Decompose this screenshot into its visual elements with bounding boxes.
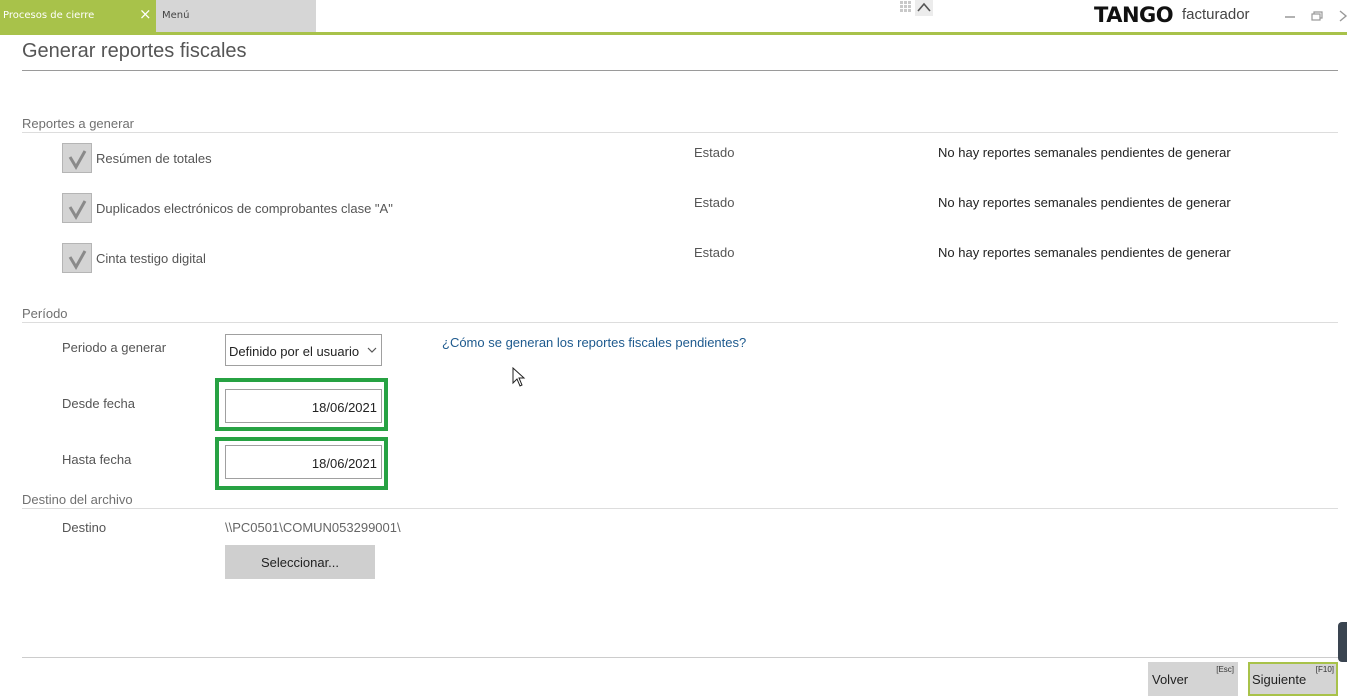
to-date-value: 18/06/2021 [311,456,377,471]
title-divider [22,70,1338,71]
status-label: Estado [694,195,735,210]
section-reports: Reportes a generar [22,116,135,131]
back-button[interactable]: Volver [Esc] [1148,662,1238,696]
chevron-down-icon [367,347,377,353]
destination-path: \\PC0501\COMUN053299001\ [225,520,401,535]
report-label: Resúmen de totales [96,151,212,166]
accent-line [0,32,1347,35]
tango-logo: TANGO [1094,3,1174,27]
product-name: facturador [1182,6,1250,23]
report-checkbox-cinta[interactable] [62,243,92,273]
minimize-icon[interactable] [1283,8,1297,22]
close-window-icon[interactable] [1336,8,1347,22]
close-tab-icon[interactable]: × [139,6,152,22]
next-button-label: Siguiente [1252,672,1307,687]
section-destination: Destino del archivo [22,492,133,507]
tab-label: Menú [162,10,190,21]
check-icon [68,200,87,220]
period-select[interactable]: Definido por el usuario [225,334,382,366]
status-value: No hay reportes semanales pendientes de … [938,195,1231,210]
top-bar: Procesos de cierre × Menú TANGO facturad… [0,0,1347,32]
section-divider [22,322,1338,323]
next-shortcut: [F10] [1315,665,1334,674]
report-checkbox-duplicados[interactable] [62,193,92,223]
footer-divider [22,657,1338,658]
grid-icon[interactable] [899,0,915,16]
from-date-label: Desde fecha [62,396,135,411]
section-divider [22,132,1338,133]
report-label: Cinta testigo digital [96,251,206,266]
period-label: Periodo a generar [62,340,167,355]
side-widget[interactable] [1338,622,1347,662]
section-divider [22,508,1338,509]
tab-procesos-de-cierre[interactable]: Procesos de cierre × [0,0,156,32]
report-label: Duplicados electrónicos de comprobantes … [96,201,393,216]
restore-icon[interactable] [1310,8,1324,22]
chevron-up-icon[interactable] [915,0,933,16]
status-label: Estado [694,245,735,260]
tab-label: Procesos de cierre [3,10,95,21]
tab-menu[interactable]: Menú [156,0,316,32]
from-date-input[interactable]: 18/06/2021 [225,389,382,423]
select-destination-button[interactable]: Seleccionar... [225,545,375,579]
to-date-input[interactable]: 18/06/2021 [225,445,382,479]
status-value: No hay reportes semanales pendientes de … [938,145,1231,160]
status-label: Estado [694,145,735,160]
from-date-value: 18/06/2021 [311,400,377,415]
report-checkbox-totales[interactable] [62,143,92,173]
status-value: No hay reportes semanales pendientes de … [938,245,1231,260]
back-button-label: Volver [1152,672,1189,687]
page-title: Generar reportes fiscales [22,40,247,62]
check-icon [68,150,87,170]
section-period: Período [22,306,68,321]
back-shortcut: [Esc] [1216,665,1234,674]
period-select-value: Definido por el usuario [229,344,360,359]
help-link[interactable]: ¿Cómo se generan los reportes fiscales p… [442,335,746,350]
destination-label: Destino [62,520,107,535]
next-button[interactable]: Siguiente [F10] [1248,662,1338,696]
check-icon [68,250,87,270]
mouse-cursor-icon [512,367,526,387]
to-date-label: Hasta fecha [62,452,132,467]
